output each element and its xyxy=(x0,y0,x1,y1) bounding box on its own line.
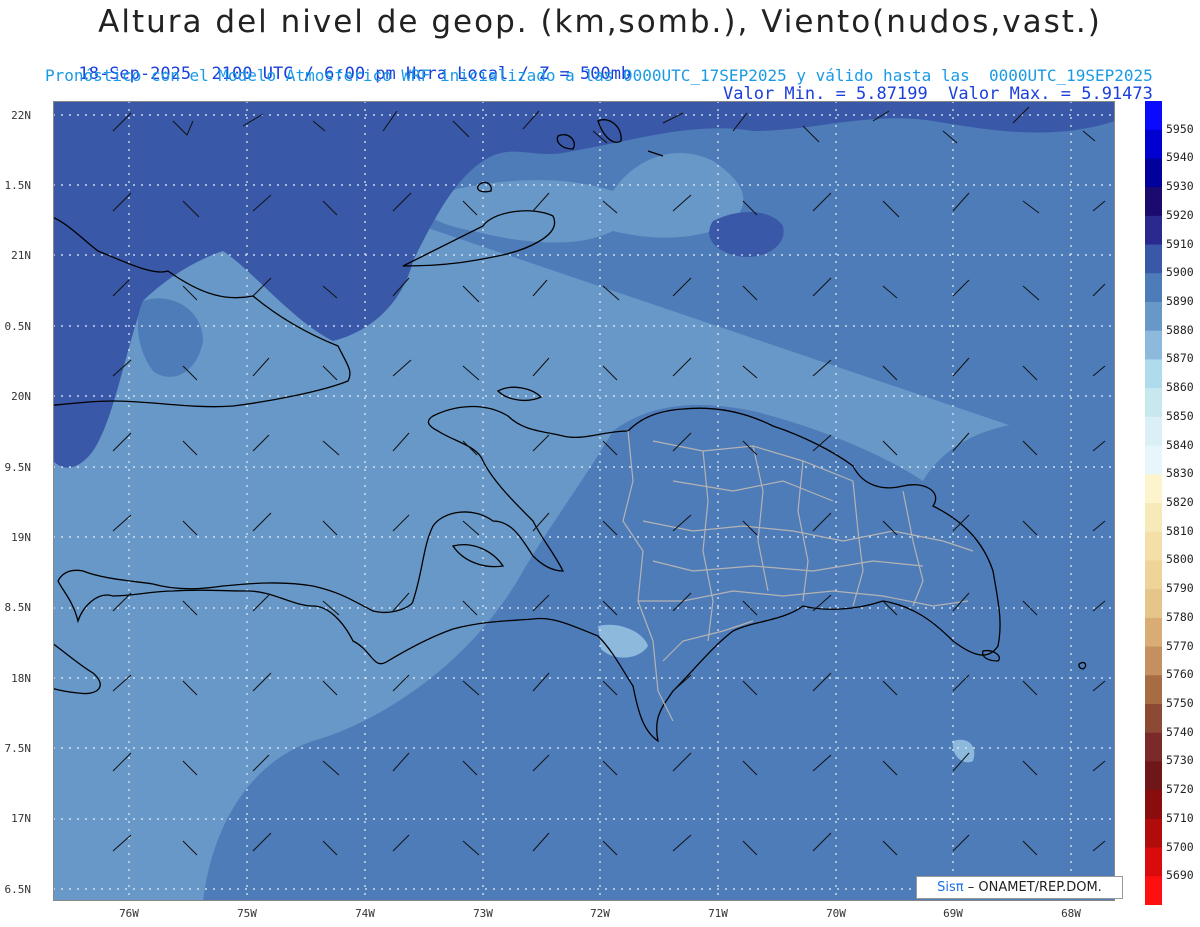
colorbar-swatch xyxy=(1145,503,1162,533)
colorbar-label: 5730 xyxy=(1166,753,1194,768)
colorbar-swatch xyxy=(1145,589,1162,619)
lat-label: 9.5N xyxy=(4,461,32,474)
lon-label: 75W xyxy=(237,907,257,920)
lat-label: 22N xyxy=(11,109,31,122)
colorbar-label: 5790 xyxy=(1166,581,1194,596)
colorbar-label: 5870 xyxy=(1166,351,1194,366)
colorbar-swatch xyxy=(1145,215,1162,246)
lat-label: 7.5N xyxy=(4,742,32,755)
colorbar xyxy=(1145,101,1162,905)
colorbar-label: 5760 xyxy=(1166,667,1194,682)
colorbar-swatch xyxy=(1145,244,1162,274)
colorbar-label: 5900 xyxy=(1166,265,1194,280)
colorbar-label: 5740 xyxy=(1166,724,1194,739)
lon-label: 72W xyxy=(590,907,610,920)
colorbar-label: 5780 xyxy=(1166,609,1194,624)
colorbar-swatch xyxy=(1145,818,1162,849)
colorbar-swatch xyxy=(1145,560,1162,590)
colorbar-label: 5770 xyxy=(1166,638,1194,653)
lat-label: 17N xyxy=(11,812,31,825)
colorbar-swatch xyxy=(1145,847,1162,877)
colorbar-label: 5720 xyxy=(1166,782,1194,797)
lat-label: 6.5N xyxy=(4,883,32,896)
lat-label: 19N xyxy=(11,531,31,544)
colorbar-swatch xyxy=(1145,273,1162,303)
lat-label: 18N xyxy=(11,672,31,685)
lon-label: 69W xyxy=(943,907,963,920)
lon-label: 74W xyxy=(355,907,375,920)
lat-label: 1.5N xyxy=(4,179,32,192)
lon-label: 73W xyxy=(473,907,493,920)
colorbar-swatch xyxy=(1145,531,1162,561)
credit-box: Sisπ – ONAMET/REP.DOM. xyxy=(916,876,1123,899)
colorbar-swatch xyxy=(1145,704,1162,734)
lat-label: 8.5N xyxy=(4,601,32,614)
lat-label: 21N xyxy=(11,249,31,262)
colorbar-swatch xyxy=(1145,732,1162,762)
colorbar-label: 5950 xyxy=(1166,121,1194,136)
colorbar-swatch xyxy=(1145,416,1162,447)
colorbar-swatch xyxy=(1145,474,1162,504)
colorbar-label: 5880 xyxy=(1166,322,1194,337)
lon-label: 68W xyxy=(1061,907,1081,920)
colorbar-label: 5750 xyxy=(1166,696,1194,710)
map-title: Altura del nivel de geop. (km,somb.), Vi… xyxy=(98,4,1102,40)
lat-label: 0.5N xyxy=(4,320,32,333)
colorbar-label: 5930 xyxy=(1166,179,1194,194)
colorbar-label: 5830 xyxy=(1166,466,1194,481)
lon-label: 76W xyxy=(119,907,139,920)
colorbar-label: 5850 xyxy=(1166,408,1194,423)
forecast-map xyxy=(53,101,1115,901)
colorbar-swatch xyxy=(1145,675,1162,705)
lon-label: 71W xyxy=(708,907,728,920)
model-info: Pronóstico con el Modelo Atmosferico WRF… xyxy=(45,66,1153,85)
colorbar-label: 5700 xyxy=(1166,839,1194,854)
brand-logo: Sisπ xyxy=(937,880,964,895)
colorbar-swatch xyxy=(1145,388,1162,418)
colorbar-swatch xyxy=(1145,330,1162,360)
colorbar-label: 5840 xyxy=(1166,437,1194,452)
lon-label: 70W xyxy=(826,907,846,920)
colorbar-label: 5820 xyxy=(1166,495,1194,509)
credit-text: – ONAMET/REP.DOM. xyxy=(967,880,1102,895)
colorbar-swatch xyxy=(1145,646,1162,676)
colorbar-swatch xyxy=(1145,158,1162,188)
colorbar-label: 5860 xyxy=(1166,380,1194,395)
colorbar-swatch xyxy=(1145,790,1162,820)
colorbar-label: 5910 xyxy=(1166,236,1194,251)
colorbar-swatch xyxy=(1145,302,1162,332)
colorbar-swatch xyxy=(1145,876,1162,905)
colorbar-label: 5800 xyxy=(1166,552,1194,567)
colorbar-swatch xyxy=(1145,617,1162,648)
colorbar-label: 5940 xyxy=(1166,150,1194,165)
colorbar-swatch xyxy=(1145,359,1162,389)
colorbar-label: 5810 xyxy=(1166,523,1194,538)
colorbar-label: 5920 xyxy=(1166,207,1194,222)
lat-label: 20N xyxy=(11,390,31,403)
colorbar-label: 5890 xyxy=(1166,294,1194,308)
colorbar-swatch xyxy=(1145,187,1162,217)
colorbar-swatch xyxy=(1145,761,1162,791)
colorbar-swatch xyxy=(1145,101,1162,131)
colorbar-label: 5690 xyxy=(1166,868,1194,883)
colorbar-swatch xyxy=(1145,129,1162,159)
colorbar-swatch xyxy=(1145,445,1162,475)
colorbar-label: 5710 xyxy=(1166,810,1194,825)
